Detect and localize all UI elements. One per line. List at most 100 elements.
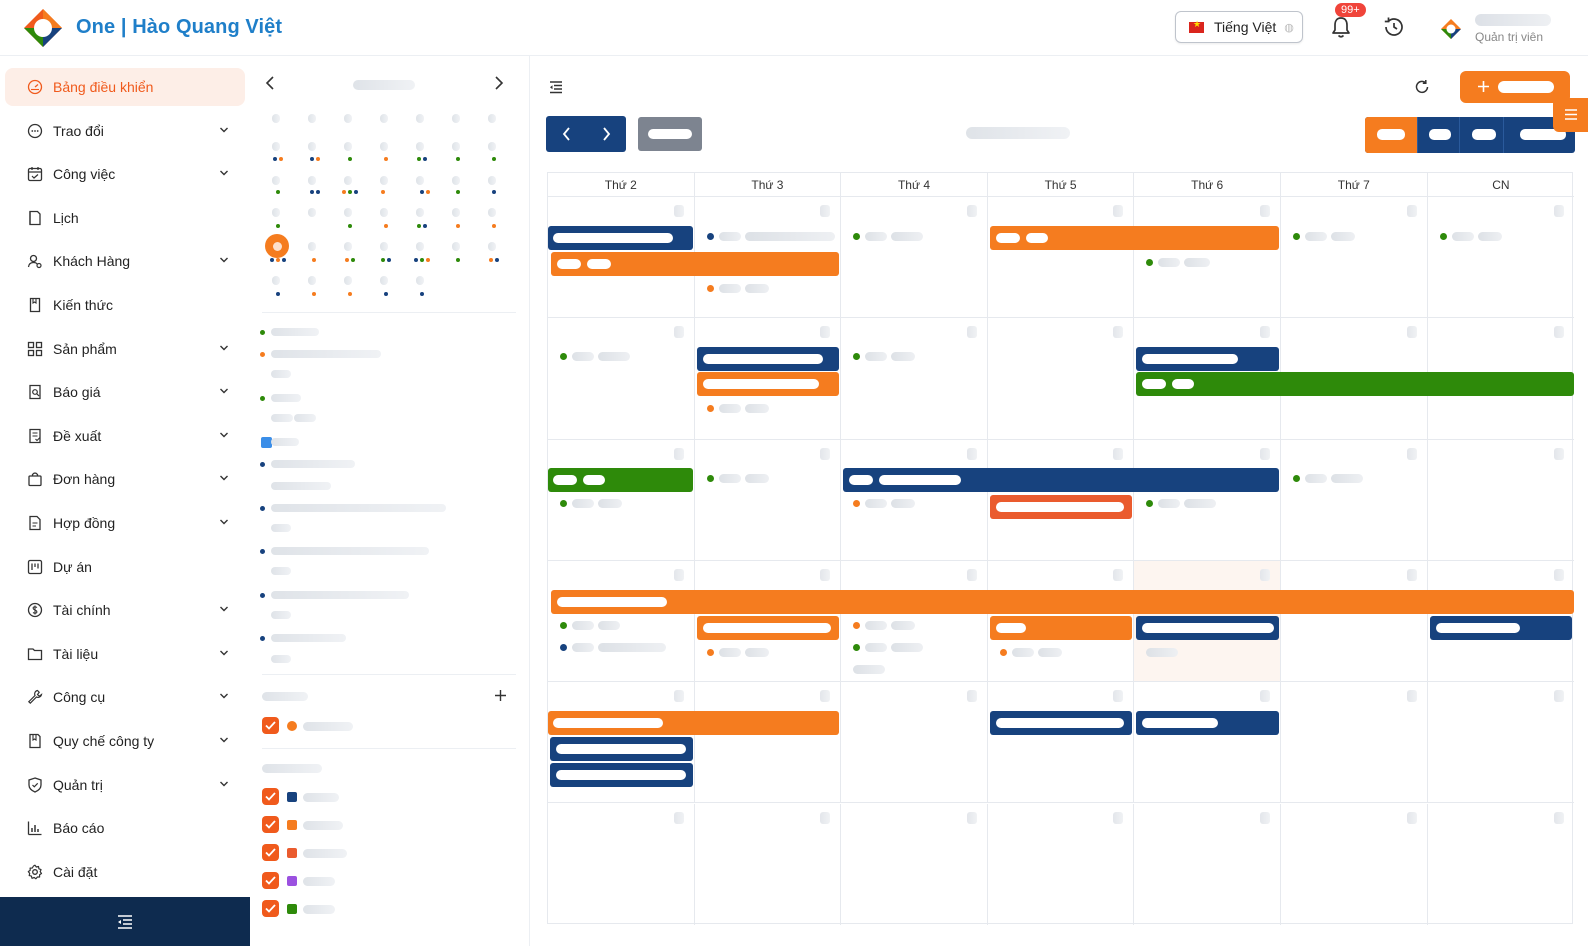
chevron-down-icon[interactable] <box>219 343 229 353</box>
event-label-placeholder[interactable] <box>1331 232 1355 241</box>
event-label-placeholder[interactable] <box>891 232 924 241</box>
calendar-event[interactable] <box>696 347 840 371</box>
mini-day-placeholder[interactable] <box>416 276 424 285</box>
mini-day-placeholder[interactable] <box>380 242 388 251</box>
agenda-item-placeholder[interactable] <box>271 547 429 555</box>
chevron-down-icon[interactable] <box>219 648 229 658</box>
agenda-item-placeholder[interactable] <box>271 504 446 512</box>
event-label-placeholder[interactable] <box>744 648 769 657</box>
agenda-item-placeholder[interactable] <box>271 460 355 468</box>
today-button[interactable] <box>638 117 702 151</box>
event-label-placeholder[interactable] <box>598 621 620 630</box>
agenda-item-placeholder[interactable] <box>271 634 346 642</box>
event-label-placeholder[interactable] <box>891 621 916 630</box>
filter-checkbox[interactable] <box>262 816 279 833</box>
event-label-placeholder[interactable] <box>1184 499 1217 508</box>
day-cell[interactable] <box>988 803 1135 925</box>
day-cell[interactable] <box>1427 440 1575 561</box>
day-cell[interactable] <box>1281 560 1428 683</box>
chevron-down-icon[interactable] <box>219 779 229 789</box>
calendar-event[interactable] <box>989 616 1133 640</box>
event-label-placeholder[interactable] <box>572 621 594 630</box>
event-label-placeholder[interactable] <box>572 499 594 508</box>
mini-day-placeholder[interactable] <box>416 142 424 151</box>
calendar-event[interactable] <box>551 252 840 276</box>
view-week-button[interactable] <box>1417 117 1459 153</box>
sidebar-collapse-button[interactable] <box>0 897 250 946</box>
calendar-event[interactable] <box>1136 372 1575 396</box>
chevron-down-icon[interactable] <box>219 473 229 483</box>
mini-day-placeholder[interactable] <box>272 142 280 151</box>
mini-day-placeholder[interactable] <box>344 114 352 123</box>
event-label-placeholder[interactable] <box>865 232 888 241</box>
agenda-item-placeholder[interactable] <box>271 655 291 663</box>
event-label-placeholder[interactable] <box>744 232 835 241</box>
event-label-placeholder[interactable] <box>598 643 666 652</box>
agenda-item-placeholder[interactable] <box>271 567 291 575</box>
event-label-placeholder[interactable] <box>744 284 769 293</box>
day-cell[interactable] <box>1281 439 1428 561</box>
calendar-event[interactable] <box>989 226 1279 250</box>
toggle-panel-icon[interactable] <box>549 81 563 94</box>
day-cell[interactable] <box>548 560 695 683</box>
sidebar-item-1[interactable]: Bảng điều khiển <box>5 68 245 106</box>
prev-month-icon[interactable] <box>265 76 275 90</box>
user-avatar[interactable] <box>1440 18 1462 40</box>
view-day-button[interactable] <box>1459 117 1503 153</box>
mini-day-placeholder[interactable] <box>488 242 496 251</box>
event-label-placeholder[interactable] <box>718 648 741 657</box>
calendar-event[interactable] <box>1136 347 1279 371</box>
event-label-placeholder[interactable] <box>1037 648 1062 657</box>
chevron-down-icon[interactable] <box>219 691 229 701</box>
mini-day-placeholder[interactable] <box>488 114 496 123</box>
day-cell[interactable] <box>841 560 988 683</box>
event-label-placeholder[interactable] <box>1146 648 1179 657</box>
event-label-placeholder[interactable] <box>891 643 924 652</box>
calendar-event[interactable] <box>551 590 1575 614</box>
event-label-placeholder[interactable] <box>1158 499 1181 508</box>
bell-icon[interactable] <box>1330 15 1352 39</box>
day-cell[interactable] <box>548 318 695 440</box>
day-cell[interactable] <box>694 682 842 804</box>
event-label-placeholder[interactable] <box>1331 474 1363 483</box>
brand-name[interactable]: One | Hào Quang Việt <box>76 16 282 39</box>
agenda-item-placeholder[interactable] <box>271 482 331 490</box>
chevron-down-icon[interactable] <box>219 386 229 396</box>
sidebar-item-12[interactable]: Dự án <box>5 548 245 586</box>
event-label-placeholder[interactable] <box>891 352 916 361</box>
calendar-event[interactable] <box>550 737 693 761</box>
day-cell[interactable] <box>1281 682 1428 804</box>
mini-day-placeholder[interactable] <box>344 142 352 151</box>
mini-day-placeholder[interactable] <box>488 176 496 185</box>
event-label-placeholder[interactable] <box>1477 232 1502 241</box>
mini-day-placeholder[interactable] <box>344 276 352 285</box>
agenda-item-placeholder[interactable] <box>271 328 319 336</box>
mini-day-placeholder[interactable] <box>272 114 280 123</box>
filter-checkbox[interactable] <box>262 872 279 889</box>
agenda-item-placeholder[interactable] <box>271 350 381 358</box>
day-cell[interactable] <box>1134 682 1281 804</box>
next-month-icon[interactable] <box>494 76 504 90</box>
mini-day-placeholder[interactable] <box>452 176 460 185</box>
mini-day-placeholder[interactable] <box>488 208 496 217</box>
day-cell[interactable] <box>695 803 842 925</box>
mini-day-placeholder[interactable] <box>344 176 352 185</box>
add-category-icon[interactable] <box>494 689 507 702</box>
mini-day-placeholder[interactable] <box>380 114 388 123</box>
sidebar-item-6[interactable]: Kiến thức <box>5 286 245 324</box>
agenda-item-placeholder[interactable] <box>271 394 301 402</box>
today-marker[interactable] <box>265 234 289 258</box>
calendar-event[interactable] <box>548 468 693 492</box>
day-cell[interactable] <box>987 318 1135 440</box>
day-cell[interactable] <box>1427 682 1575 804</box>
sidebar-item-11[interactable]: Hợp đồng <box>5 504 245 542</box>
sidebar-item-13[interactable]: Tài chính <box>5 591 245 629</box>
day-cell[interactable] <box>841 439 988 561</box>
mini-day-placeholder[interactable] <box>344 242 352 251</box>
refresh-icon[interactable] <box>1414 79 1430 95</box>
event-label-placeholder[interactable] <box>598 352 630 361</box>
event-label-placeholder[interactable] <box>853 665 886 674</box>
sidebar-item-18[interactable]: Báo cáo <box>5 809 245 847</box>
calendar-event[interactable] <box>696 616 840 640</box>
event-label-placeholder[interactable] <box>1158 258 1181 267</box>
